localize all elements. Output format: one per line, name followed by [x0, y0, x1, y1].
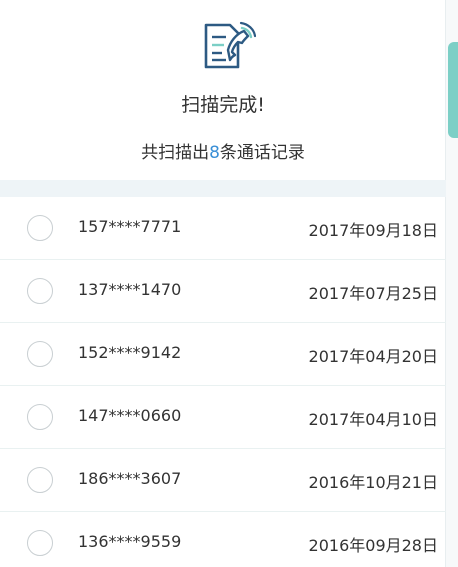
scroll-handle[interactable]: [448, 42, 458, 138]
call-record-row[interactable]: 147****0660 2017年04月10日: [0, 386, 446, 449]
scan-complete-title: 扫描完成!: [181, 94, 265, 116]
call-date: 2016年10月21日: [308, 473, 438, 492]
phone-number: 152****9142: [78, 343, 182, 362]
section-divider: [0, 180, 446, 197]
select-radio[interactable]: [27, 404, 53, 430]
phone-number: 157****7771: [78, 217, 182, 236]
record-count: 8: [209, 143, 220, 163]
select-radio[interactable]: [27, 278, 53, 304]
call-record-row[interactable]: 137****1470 2017年07月25日: [0, 260, 446, 323]
select-radio[interactable]: [27, 530, 53, 556]
select-radio[interactable]: [27, 215, 53, 241]
call-date: 2017年04月20日: [308, 347, 438, 366]
call-record-row[interactable]: 152****9142 2017年04月20日: [0, 323, 446, 386]
call-record-row[interactable]: 186****3607 2016年10月21日: [0, 449, 446, 512]
phone-number: 136****9559: [78, 532, 182, 551]
call-date: 2017年07月25日: [308, 284, 438, 303]
phone-number: 137****1470: [78, 280, 182, 299]
call-date: 2016年09月28日: [308, 536, 438, 555]
phone-number: 147****0660: [78, 406, 182, 425]
scan-summary: 共扫描出8条通话记录: [0, 138, 446, 163]
call-record-list: 157****7771 2017年09月18日 137****1470 2017…: [0, 197, 446, 567]
scan-result-screen: 扫描完成! 共扫描出8条通话记录 157****7771 2017年09月18日…: [0, 0, 458, 567]
call-log-document-icon: [204, 21, 256, 69]
call-date: 2017年04月10日: [308, 410, 438, 429]
right-edge-panel: [445, 0, 458, 567]
call-record-row[interactable]: 157****7771 2017年09月18日: [0, 197, 446, 260]
phone-number: 186****3607: [78, 469, 182, 488]
select-radio[interactable]: [27, 341, 53, 367]
scan-header: 扫描完成! 共扫描出8条通话记录: [0, 0, 446, 180]
select-radio[interactable]: [27, 467, 53, 493]
summary-suffix: 条通话记录: [219, 143, 305, 163]
call-record-row[interactable]: 136****9559 2016年09月28日: [0, 512, 446, 567]
call-date: 2017年09月18日: [308, 221, 438, 240]
summary-prefix: 共扫描出: [141, 143, 210, 163]
